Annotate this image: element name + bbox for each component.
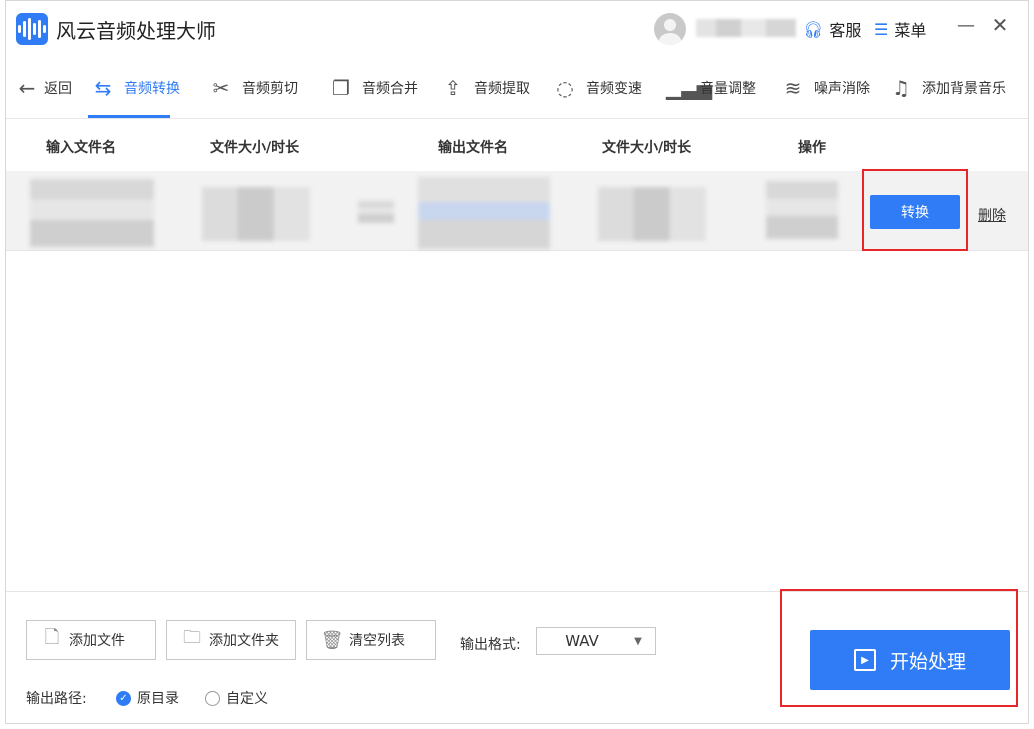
delete-link[interactable]: 删除 [978,205,1006,225]
col-output-size: 文件大小/时长 [602,140,692,156]
customer-service-button[interactable]: 🎧︎ 客服 [803,17,861,41]
col-input-size: 文件大小/时长 [210,140,300,156]
app-logo-icon [16,13,48,45]
upload-icon: ⇪ [444,76,462,100]
toolbar: ← 返回 ⇆ 音频转换 ✂ 音频剪切 ❐ 音频合并 ⇪ 音频提取 ◌ 音频变速 … [6,57,1028,119]
output-format-label: 输出格式: [460,637,521,653]
tab-add-background-music[interactable]: ♫ 添加背景音乐 [888,71,1006,105]
username-redacted[interactable] [696,19,796,37]
tab-label: 音频提取 [474,81,530,97]
highlight-convert-button [862,169,968,251]
speed-dial-icon: ◌ [556,76,574,100]
tab-audio-speed[interactable]: ◌ 音频变速 [552,71,642,105]
add-folder-label: 添加文件夹 [209,633,279,649]
output-size-redacted [598,187,706,241]
close-button[interactable]: ✕ [990,13,1010,37]
scissors-icon: ✂ [212,76,230,100]
output-format-value: WAV [565,632,599,650]
tab-label: 音频转换 [124,81,180,97]
output-format-select[interactable]: WAV ▼ [536,627,656,655]
tab-label: 噪声消除 [814,81,870,97]
col-input-filename: 输入文件名 [46,140,116,156]
tab-volume-adjust[interactable]: ▁▃▅ 音量调整 [666,71,756,105]
active-tab-indicator [88,115,170,118]
menu-button[interactable]: ☰ 菜单 [874,17,926,41]
app-window: 风云音频处理大师 🎧︎ 客服 ☰ 菜单 — ✕ ← 返回 ⇆ 音频转换 ✂ 音频… [5,0,1029,724]
app-title: 风云音频处理大师 [56,19,216,43]
tab-label: 添加背景音乐 [922,81,1006,97]
headset-icon: 🎧︎ [803,19,824,39]
progress-redacted [766,181,838,239]
avatar[interactable] [654,13,686,45]
convert-arrows-icon: ⇆ [94,76,112,100]
radio-checked-icon: ✓ [116,690,131,706]
input-size-redacted [202,187,310,241]
input-filename-redacted [30,179,154,247]
tab-audio-cut[interactable]: ✂ 音频剪切 [208,71,298,105]
tab-label: 音频合并 [362,81,418,97]
trash-icon: 🗑 [320,629,344,651]
add-folder-button[interactable]: 🗀 添加文件夹 [166,620,296,660]
customer-service-label: 客服 [829,21,862,40]
clear-list-button[interactable]: 🗑 清空列表 [306,620,436,660]
tab-audio-extract[interactable]: ⇪ 音频提取 [440,71,530,105]
tab-label: 音频变速 [586,81,642,97]
back-button[interactable]: ← 返回 [18,71,72,105]
radio-custom-dir[interactable]: 自定义 [205,688,268,708]
tab-audio-merge[interactable]: ❐ 音频合并 [328,71,418,105]
output-filename-redacted [418,177,550,249]
radio-unchecked-icon [205,690,220,706]
chevron-down-icon: ▼ [634,635,642,647]
add-file-label: 添加文件 [69,633,125,649]
menu-label: 菜单 [894,21,927,40]
tab-label: 音频剪切 [242,81,298,97]
clear-list-label: 清空列表 [349,633,405,649]
radio-original-dir[interactable]: ✓ 原目录 [116,688,179,708]
bottom-panel: 🗋 添加文件 🗀 添加文件夹 🗑 清空列表 输出格式: WAV ▼ 输出路径: … [6,589,1028,725]
output-path-label: 输出路径: [26,691,87,707]
table-header: 输入文件名 文件大小/时长 输出文件名 文件大小/时长 操作 [6,119,1028,171]
tab-label: 音量调整 [700,81,756,97]
col-output-filename: 输出文件名 [438,140,508,156]
noise-wave-icon: ≋ [784,76,802,100]
radio-label: 自定义 [226,691,268,707]
col-actions: 操作 [798,140,826,156]
add-file-icon: 🗋 [44,627,60,648]
back-label: 返回 [44,81,72,97]
add-file-button[interactable]: 🗋 添加文件 [26,620,156,660]
music-note-icon: ♫ [892,76,910,100]
arrow-left-icon: ← [18,76,36,100]
tab-audio-convert[interactable]: ⇆ 音频转换 [90,71,180,105]
menu-list-icon: ☰ [874,19,889,39]
tab-noise-removal[interactable]: ≋ 噪声消除 [780,71,870,105]
merge-icon: ❐ [332,76,350,100]
radio-label: 原目录 [137,691,179,707]
minimize-button[interactable]: — [956,15,976,39]
highlight-start-button [780,589,1018,707]
title-bar: 风云音频处理大师 🎧︎ 客服 ☰ 菜单 — ✕ [6,1,1028,57]
add-folder-icon: 🗀 [183,627,201,648]
arrow-redacted [358,201,394,223]
volume-bars-icon: ▁▃▅ [666,76,713,100]
